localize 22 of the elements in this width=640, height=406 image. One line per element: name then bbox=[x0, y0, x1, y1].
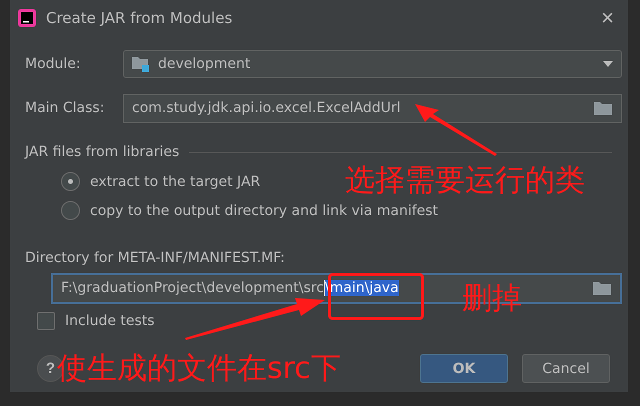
radio-label: extract to the target JAR bbox=[90, 174, 260, 190]
app-logo-icon bbox=[18, 9, 36, 27]
include-tests-checkbox[interactable] bbox=[37, 312, 55, 330]
radio-button[interactable] bbox=[61, 172, 80, 191]
radio-button[interactable] bbox=[61, 201, 80, 220]
window-title: Create JAR from Modules bbox=[46, 9, 234, 27]
libraries-heading: JAR files from libraries bbox=[25, 144, 180, 160]
ok-button[interactable]: OK bbox=[420, 354, 508, 383]
manifest-label: Directory for META-INF/MANIFEST.MF: bbox=[25, 250, 286, 266]
module-dropdown[interactable]: development bbox=[123, 50, 622, 78]
include-tests-label: Include tests bbox=[65, 313, 155, 329]
browse-folder-icon[interactable] bbox=[593, 100, 613, 116]
module-folder-icon bbox=[132, 56, 150, 72]
radio-label: copy to the output directory and link via manifest bbox=[90, 202, 438, 218]
cancel-button[interactable]: Cancel bbox=[522, 354, 610, 383]
dropdown-caret-icon bbox=[603, 61, 613, 67]
main-class-label: Main Class: bbox=[25, 100, 106, 116]
main-class-field[interactable]: com.study.jdk.api.io.excel.ExcelAddUrl bbox=[123, 94, 622, 122]
browse-folder-icon[interactable] bbox=[592, 280, 612, 296]
annotation-text: 选择需要运行的类 bbox=[345, 166, 585, 196]
module-label: Module: bbox=[25, 56, 82, 72]
close-button[interactable]: × bbox=[597, 5, 618, 31]
